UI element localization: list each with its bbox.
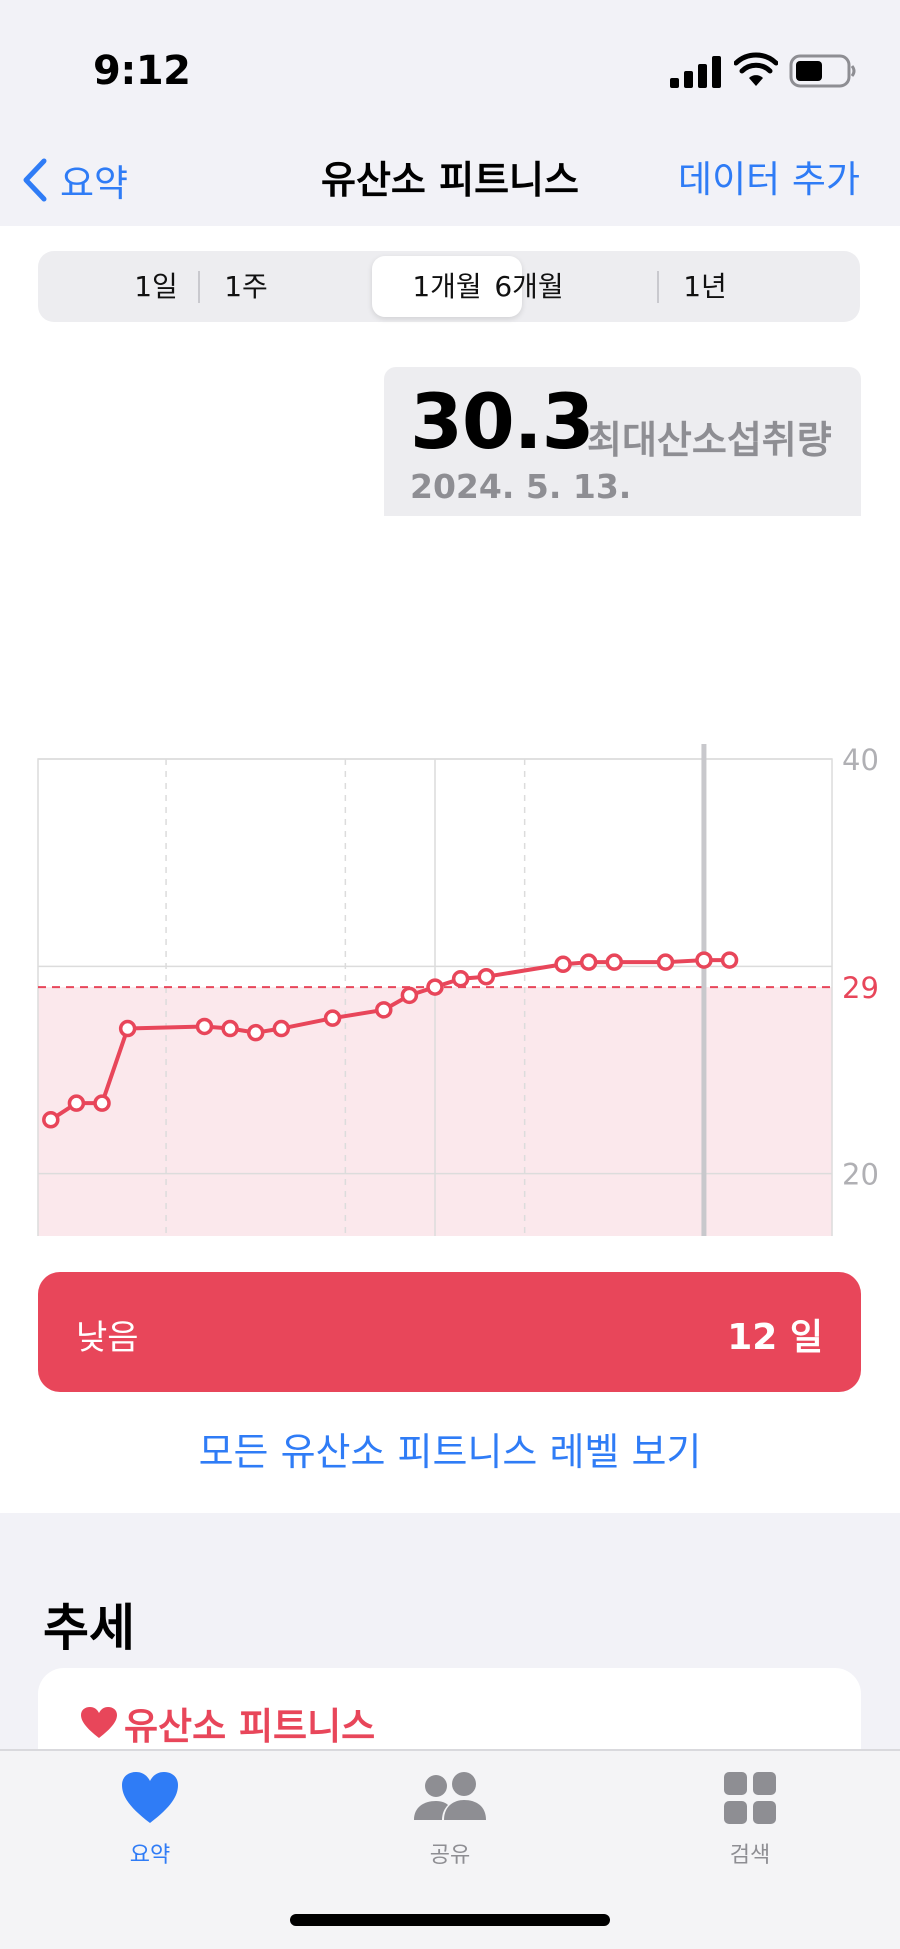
- status-bar: 9:12: [0, 0, 900, 135]
- data-point: [579, 953, 598, 971]
- chart-section: 1일 1주 1개월 6개월 1년 30.3 최대산소섭취량 2024. 5. 1…: [0, 226, 900, 1513]
- tab-label: 공유: [429, 1843, 471, 1868]
- callout-label: 최대산소섭취량: [587, 418, 832, 462]
- trends-heading: 추세: [43, 1599, 135, 1657]
- callout-value: 30.3: [410, 377, 595, 466]
- data-point: [246, 1023, 265, 1042]
- data-point: [695, 951, 713, 969]
- home-indicator: [290, 1914, 610, 1926]
- tab-summary[interactable]: 요약: [50, 1767, 250, 1887]
- data-point: [451, 970, 470, 988]
- heart-icon: [122, 1772, 178, 1823]
- y-tick-label: 40: [842, 743, 879, 777]
- data-point: [118, 1019, 137, 1038]
- data-point: [400, 986, 419, 1005]
- heart-icon: [81, 1707, 117, 1738]
- segment-1-year[interactable]: 1년: [630, 256, 780, 317]
- signal-icon: [670, 56, 721, 88]
- segment-6-months[interactable]: 6개월: [454, 256, 604, 317]
- data-point: [195, 1017, 214, 1036]
- fitness-level-bar[interactable]: 낮음 12 일: [38, 1272, 861, 1392]
- add-data-button[interactable]: 데이터 추가: [678, 145, 860, 215]
- tab-label: 검색: [729, 1843, 771, 1868]
- trend-card-label: 유산소 피트니스: [124, 1705, 376, 1748]
- data-point: [720, 951, 739, 969]
- chevron-left-icon: [23, 158, 47, 202]
- grid-icon: [724, 1772, 776, 1824]
- segment-1-week[interactable]: 1주: [171, 256, 321, 317]
- nav-bar: 요약 유산소 피트니스 데이터 추가: [0, 135, 900, 225]
- time-range-segmented-control: 1일 1주 1개월 6개월 1년: [38, 251, 860, 322]
- tab-browse[interactable]: 검색: [650, 1767, 850, 1887]
- status-time: 9:12: [93, 48, 191, 94]
- tab-sharing[interactable]: 공유: [350, 1767, 550, 1887]
- data-point: [605, 953, 624, 971]
- data-point: [272, 1019, 291, 1038]
- data-point: [426, 978, 444, 996]
- data-point: [221, 1019, 239, 1038]
- y-tick-label: 20: [842, 1158, 879, 1192]
- people-icon: [414, 1772, 486, 1820]
- data-point: [375, 1001, 393, 1019]
- tab-label: 요약: [129, 1843, 171, 1868]
- vo2max-chart[interactable]: 4029201021일28일5일12일: [0, 496, 900, 1236]
- back-button-label: 요약: [60, 162, 129, 205]
- selected-value-callout: 30.3 최대산소섭취량 2024. 5. 13.: [384, 367, 861, 516]
- data-point: [554, 955, 572, 974]
- data-point: [93, 1094, 111, 1112]
- level-days: 12 일: [727, 1317, 823, 1358]
- data-point: [67, 1094, 86, 1112]
- wifi-icon: [734, 52, 778, 86]
- back-button[interactable]: 요약: [20, 145, 128, 215]
- battery-icon: [789, 54, 856, 88]
- trend-card-title: 유산소 피트니스: [80, 1696, 375, 1750]
- data-point: [42, 1111, 60, 1129]
- y-tick-label: 29: [842, 971, 879, 1005]
- data-point: [323, 1009, 342, 1027]
- data-point: [656, 953, 675, 971]
- level-name: 낮음: [76, 1318, 139, 1358]
- data-point: [477, 967, 495, 986]
- all-levels-link[interactable]: 모든 유산소 피트니스 레벨 보기: [0, 1421, 900, 1476]
